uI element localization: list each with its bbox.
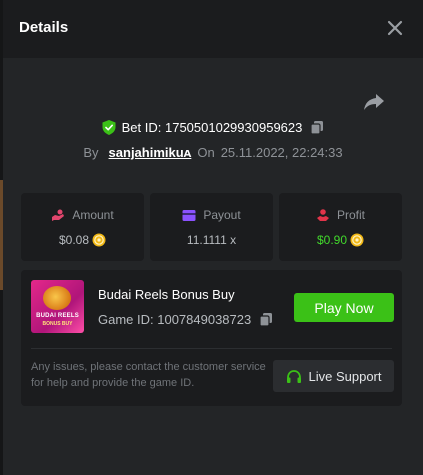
thumbnail-title: BUDAI REELS	[36, 313, 79, 319]
on-label: On	[197, 145, 215, 160]
share-icon[interactable]	[363, 92, 385, 112]
modal-title: Details	[19, 19, 69, 36]
coin-icon	[350, 233, 364, 247]
amount-value: $0.08	[58, 233, 90, 247]
modal-header: Details	[3, 0, 423, 58]
live-support-button[interactable]: Live Support	[273, 360, 394, 392]
profit-label: Profit	[336, 208, 365, 222]
divider	[31, 348, 392, 349]
close-icon[interactable]	[385, 18, 405, 38]
coin-icon	[92, 233, 106, 247]
hand-coin-icon	[52, 209, 65, 221]
stat-amount: Amount $0.08	[21, 193, 144, 261]
thumbnail-art	[43, 286, 71, 310]
copy-icon[interactable]	[310, 120, 324, 135]
by-label: By	[83, 145, 99, 160]
support-message: Any issues, please contact the customer …	[31, 361, 266, 389]
details-modal: Details Bet ID: 1750501029930959623 By s…	[3, 0, 423, 475]
stat-payout: Payout 11.1111 x	[150, 193, 273, 261]
game-id-row: Game ID: 1007849038723	[98, 312, 273, 327]
game-name: Budai Reels Bonus Buy	[98, 287, 235, 302]
stat-profit: Profit $0.90	[279, 193, 402, 261]
game-card: BUDAI REELS BONUS BUY Budai Reels Bonus …	[21, 270, 402, 406]
profit-hand-icon	[316, 208, 329, 221]
username-link[interactable]: sanjahimikuᴀ	[109, 145, 192, 160]
shield-check-icon	[102, 120, 116, 135]
bet-stats: Amount $0.08 Payout 11.1111 x Profit $0.…	[21, 193, 402, 261]
card-icon	[182, 209, 196, 221]
bet-id-row: Bet ID: 1750501029930959623	[3, 120, 423, 135]
live-support-label: Live Support	[308, 368, 382, 384]
bet-date: 25.11.2022, 22:24:33	[220, 145, 343, 160]
headset-icon	[286, 369, 301, 383]
thumbnail-subtitle: BONUS BUY	[42, 321, 73, 327]
profit-value: $0.90	[316, 233, 348, 247]
payout-value: 11.1111 x	[186, 233, 237, 247]
bet-id: Bet ID: 1750501029930959623	[121, 120, 303, 135]
game-id: Game ID: 1007849038723	[98, 312, 252, 327]
bet-author-row: By sanjahimikuᴀ On 25.11.2022, 22:24:33	[3, 145, 423, 160]
copy-icon[interactable]	[259, 312, 273, 327]
play-now-button[interactable]: Play Now	[294, 293, 394, 322]
amount-label: Amount	[72, 208, 114, 222]
game-thumbnail[interactable]: BUDAI REELS BONUS BUY	[31, 280, 84, 333]
payout-label: Payout	[203, 208, 241, 222]
